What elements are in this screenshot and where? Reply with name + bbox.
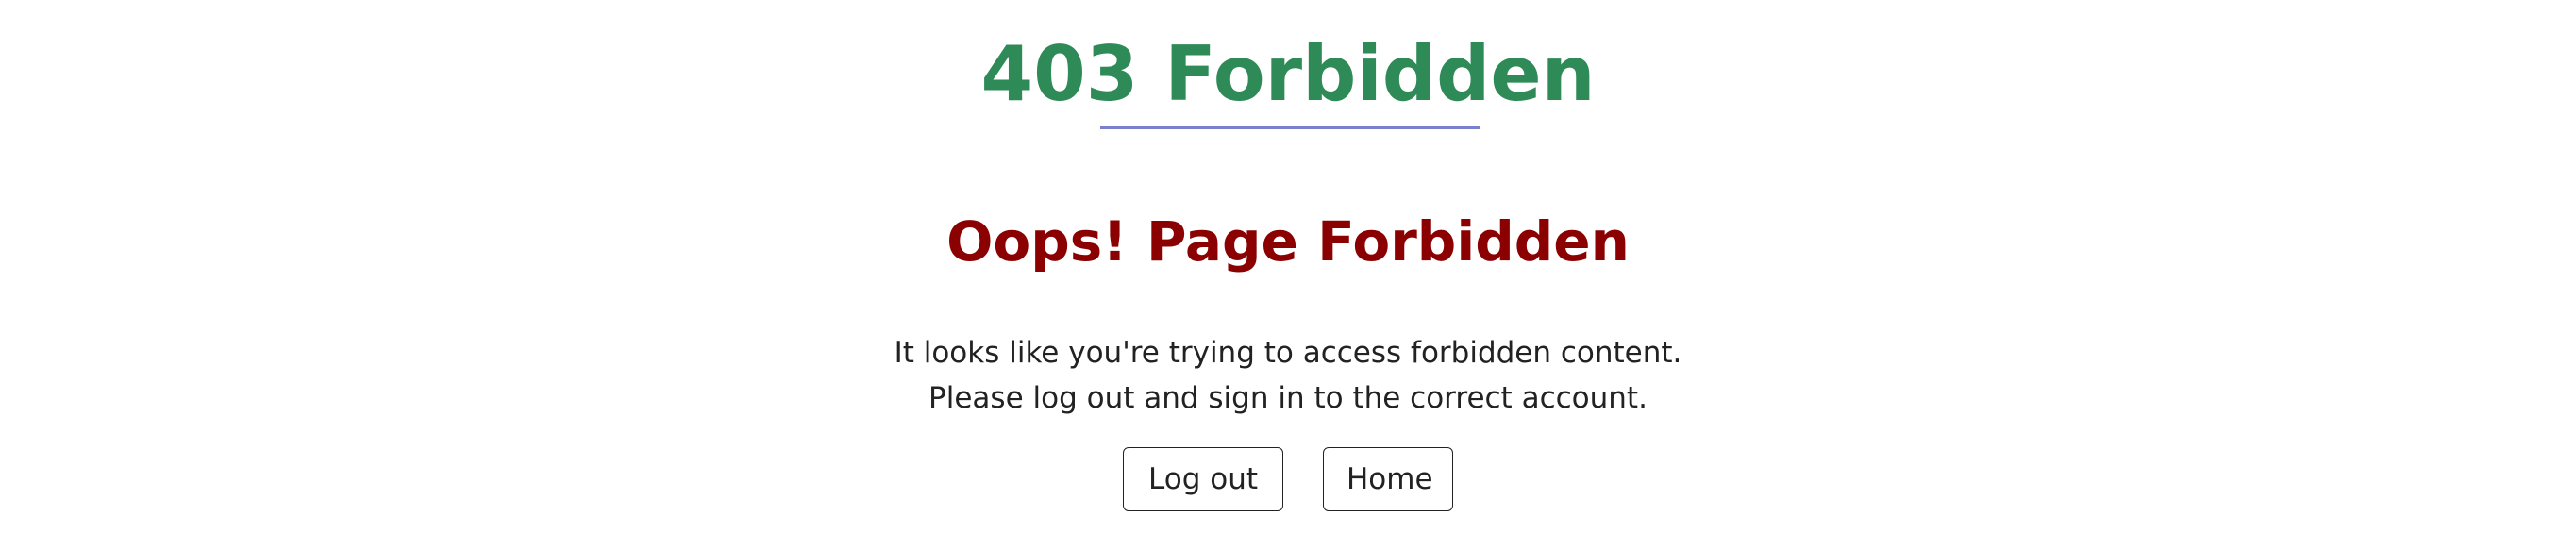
page-title: 403 Forbidden bbox=[980, 30, 1596, 118]
error-message: It looks like you're trying to access fo… bbox=[0, 330, 2576, 421]
error-page: 403 Forbidden Oops! Page Forbidden It lo… bbox=[0, 0, 2576, 550]
error-message-line-1: It looks like you're trying to access fo… bbox=[894, 336, 1682, 370]
action-buttons: Log out Home bbox=[0, 447, 2576, 511]
title-underline bbox=[1100, 126, 1480, 129]
home-button[interactable]: Home bbox=[1323, 447, 1453, 511]
error-message-line-2: Please log out and sign in to the correc… bbox=[928, 381, 1648, 415]
logout-button[interactable]: Log out bbox=[1123, 447, 1283, 511]
error-heading: Oops! Page Forbidden bbox=[946, 209, 1630, 274]
